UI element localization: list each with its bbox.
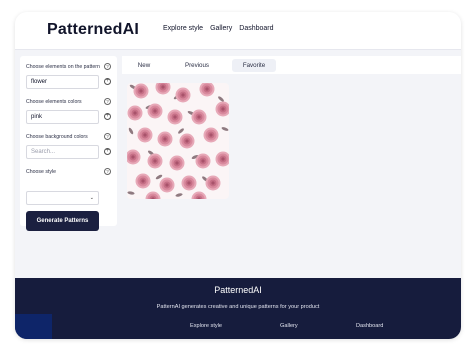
nav-dashboard[interactable]: Dashboard xyxy=(239,25,273,32)
help-icon[interactable]: ? xyxy=(104,168,111,175)
chevron-down-icon: ⌄ xyxy=(89,195,94,201)
site-footer: PatternedAI PatternAI generates creative… xyxy=(15,278,461,339)
footer-link-dashboard[interactable]: Dashboard xyxy=(356,323,383,329)
main-nav: Explore style Gallery Dashboard xyxy=(163,25,274,32)
style-label: Choose style xyxy=(26,169,56,175)
tab-favorite[interactable]: Favorite xyxy=(232,59,276,72)
help-icon[interactable]: ? xyxy=(104,133,111,140)
nav-explore-style[interactable]: Explore style xyxy=(163,25,203,32)
help-icon[interactable]: ? xyxy=(104,63,111,70)
top-header: PatternedAI Explore style Gallery Dashbo… xyxy=(15,12,461,50)
colors-label: Choose elements colors xyxy=(26,99,82,105)
pattern-options-panel: Choose elements on the pattern ? flower … xyxy=(20,56,117,231)
app-logo[interactable]: PatternedAI xyxy=(47,21,139,39)
footer-description: PatternAI generates creative and unique … xyxy=(156,304,320,310)
generate-patterns-button[interactable]: Generate Patterns xyxy=(26,211,99,231)
add-color-icon[interactable]: + xyxy=(104,113,111,120)
add-element-icon[interactable]: + xyxy=(104,78,111,85)
footer-link-explore-style[interactable]: Explore style xyxy=(190,323,222,329)
tab-previous[interactable]: Previous xyxy=(179,59,215,72)
add-background-icon[interactable]: + xyxy=(104,148,111,155)
elements-input[interactable]: flower xyxy=(26,75,99,89)
background-label: Choose background colors xyxy=(26,134,88,140)
tab-new[interactable]: New xyxy=(130,59,158,72)
elements-label: Choose elements on the pattern xyxy=(26,64,100,70)
app-window: PatternedAI Explore style Gallery Dashbo… xyxy=(15,12,461,339)
rose-pattern-image[interactable] xyxy=(127,83,229,199)
footer-corner-block xyxy=(15,314,52,339)
background-search-input[interactable]: Search... xyxy=(26,145,99,159)
colors-input[interactable]: pink xyxy=(26,110,99,124)
style-select[interactable]: ⌄ xyxy=(26,191,99,205)
results-tabs: New Previous Favorite xyxy=(122,56,461,74)
help-icon[interactable]: ? xyxy=(104,98,111,105)
footer-logo: PatternedAI xyxy=(214,285,262,295)
rose-pattern-graphic xyxy=(127,83,229,199)
footer-link-gallery[interactable]: Gallery xyxy=(280,323,298,329)
nav-gallery[interactable]: Gallery xyxy=(210,25,232,32)
